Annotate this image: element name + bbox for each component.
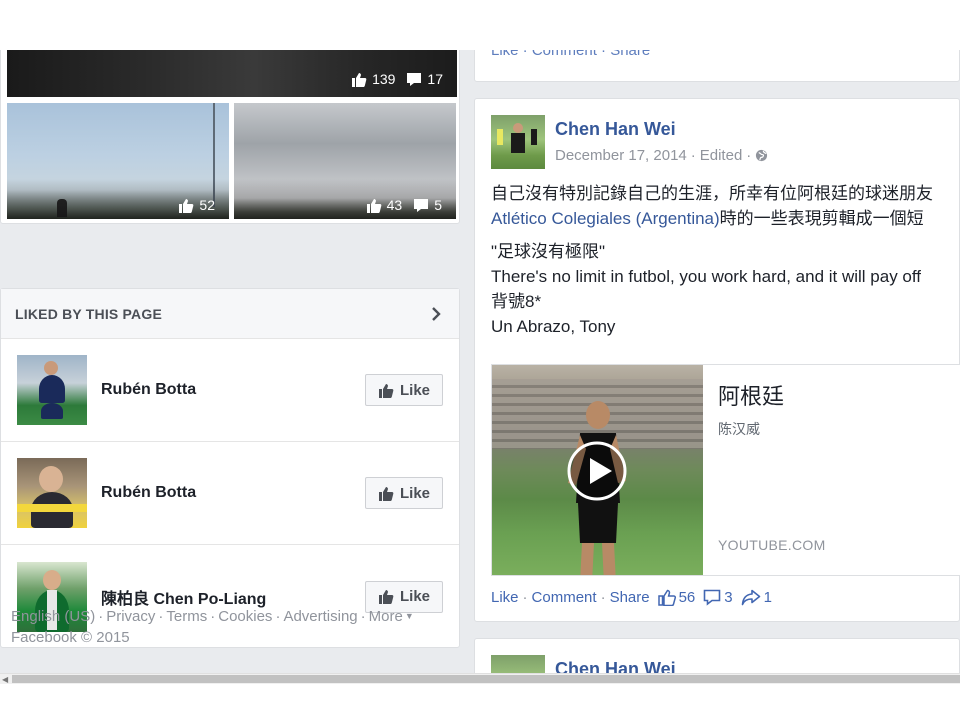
play-icon[interactable]	[566, 440, 628, 502]
comment-icon	[703, 589, 721, 606]
horizontal-scrollbar[interactable]: ◀	[0, 673, 960, 684]
photos-card: 139 17 52 43 5	[0, 50, 460, 224]
previous-post-actions[interactable]: Like · Comment · Share	[491, 50, 650, 59]
post-date[interactable]: December 17, 2014	[555, 147, 687, 164]
photo-thumbnail[interactable]: 139 17	[7, 50, 457, 97]
thumbs-up-icon	[657, 589, 676, 606]
liked-page-item: Rubén Botta Like	[1, 339, 459, 442]
avatar[interactable]	[491, 115, 545, 169]
liked-by-title: LIKED BY THIS PAGE	[15, 305, 162, 322]
thumbs-up-icon	[378, 486, 394, 501]
post-author[interactable]: Chen Han Wei	[555, 119, 676, 140]
footer: English (US) · Privacy · Terms · Cookies · Adver…	[11, 606, 461, 648]
photo-comment-count: 5	[434, 197, 442, 213]
photo-comment-count: 17	[427, 71, 443, 87]
like-button-label: Like	[399, 484, 430, 502]
share-count[interactable]: 1	[741, 589, 772, 606]
footer-copyright: Facebook © 2015	[11, 629, 130, 646]
like-button-label: Like	[399, 588, 430, 605]
liked-page-item: Rubén Botta Like	[1, 442, 459, 545]
like-button[interactable]: Like	[365, 477, 443, 509]
video-subtitle: 陈汉威	[718, 422, 760, 438]
thumbs-up-icon	[378, 590, 394, 604]
post-meta: December 17, 2014 · Edited ·	[555, 147, 768, 164]
avatar[interactable]	[17, 355, 87, 425]
post-link[interactable]: Atlético Colegiales (Argentina)	[491, 209, 720, 228]
like-button[interactable]: Like	[365, 374, 443, 406]
photo-stats: 139 17	[351, 71, 443, 87]
scroll-left-arrow-icon[interactable]: ◀	[2, 675, 8, 684]
post-body: 自己沒有特別記錄自己的生涯，所幸有位阿根廷的球迷朋友 Atlético Cole…	[491, 181, 960, 339]
footer-link-privacy[interactable]: Privacy	[106, 608, 155, 625]
photo-thumbnail[interactable]: 52	[7, 103, 229, 219]
post-text-line: 自己沒有特別記錄自己的生涯，所幸有位阿根廷的球迷朋友	[491, 184, 933, 203]
footer-link-language[interactable]: English (US)	[11, 608, 95, 625]
photo-like-count: 139	[372, 71, 396, 87]
video-attachment[interactable]: 阿根廷 陈汉威 YOUTUBE.COM	[491, 364, 960, 576]
like-button-label: Like	[399, 381, 430, 399]
post-text-line: "足球沒有極限"	[491, 242, 606, 261]
like-count[interactable]: 56	[657, 589, 695, 606]
comment-icon	[407, 72, 422, 86]
thumbs-up-icon	[366, 198, 381, 213]
photo-stats: 43 5	[366, 197, 442, 213]
video-thumbnail[interactable]	[492, 365, 703, 575]
page-viewport: 139 17 52 43 5 LIKED BY THIS PAGE Rubén …	[0, 50, 960, 684]
photo-thumbnail[interactable]: 43 5	[234, 103, 456, 219]
thumbs-up-icon	[352, 72, 367, 87]
liked-page-name[interactable]: Rubén Botta	[101, 381, 196, 399]
liked-page-name[interactable]: Rubén Botta	[101, 484, 196, 502]
liked-by-header[interactable]: LIKED BY THIS PAGE	[1, 289, 459, 339]
post-edited[interactable]: Edited	[700, 147, 743, 164]
share-arrow-icon	[741, 589, 760, 606]
post-actions: Like · Comment · Share 56 3 1	[491, 589, 772, 606]
footer-link-terms[interactable]: Terms	[166, 608, 207, 625]
thumbs-up-icon	[378, 383, 394, 398]
video-info: 阿根廷 陈汉威	[718, 379, 784, 439]
video-title[interactable]: 阿根廷	[718, 379, 784, 411]
comment-icon	[414, 198, 429, 212]
thumbs-up-icon	[179, 198, 194, 213]
footer-link-advertising[interactable]: Advertising	[283, 608, 357, 625]
avatar[interactable]	[17, 458, 87, 528]
comment-count[interactable]: 3	[703, 589, 733, 606]
liked-page-name[interactable]: 陳柏良 Chen Po-Liang	[101, 585, 266, 609]
photo-stats: 52	[178, 197, 215, 213]
comment-action[interactable]: Comment	[532, 589, 597, 606]
scrollbar-thumb[interactable]	[12, 675, 960, 683]
share-action[interactable]: Share	[610, 589, 650, 606]
post-text-line: 背號8*	[491, 292, 542, 311]
chevron-right-icon[interactable]	[427, 305, 445, 323]
globe-icon[interactable]	[755, 149, 768, 162]
video-domain: YOUTUBE.COM	[718, 537, 826, 553]
footer-link-more[interactable]: More	[369, 608, 403, 625]
like-action[interactable]: Like	[491, 589, 519, 606]
previous-post: Like · Comment · Share	[474, 50, 960, 82]
post: Chen Han Wei December 17, 2014 · Edited …	[474, 98, 960, 622]
post-text-line: There's no limit in futbol, you work har…	[491, 267, 922, 286]
photo-like-count: 43	[386, 197, 403, 213]
liked-by-this-page: LIKED BY THIS PAGE Rubén Botta Like Rubé…	[0, 288, 460, 648]
photo-like-count: 52	[199, 197, 215, 213]
caret-down-icon[interactable]: ▼	[405, 611, 414, 621]
post-text-line: Un Abrazo, Tony	[491, 317, 616, 336]
post-text-line: 時的一些表現剪輯成一個短	[719, 209, 924, 228]
footer-link-cookies[interactable]: Cookies	[218, 608, 272, 625]
